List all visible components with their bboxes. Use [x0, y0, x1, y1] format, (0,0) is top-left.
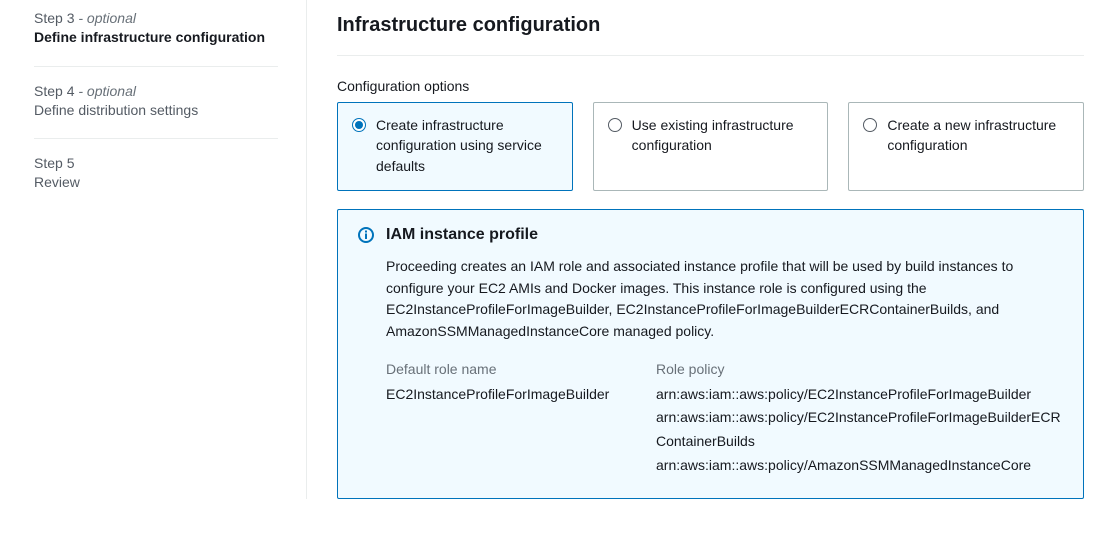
wizard-sidebar: Step 3 - optional Define infrastructure …	[0, 0, 306, 541]
config-options-row: Create infrastructure configuration usin…	[337, 102, 1084, 191]
wizard-step-4[interactable]: Step 4 - optional Define distribution se…	[34, 66, 278, 139]
info-col-role-name: Default role name EC2InstanceProfileForI…	[386, 361, 626, 478]
option-create-new[interactable]: Create a new infrastructure configuratio…	[848, 102, 1084, 191]
option-create-defaults[interactable]: Create infrastructure configuration usin…	[337, 102, 573, 191]
role-name-label: Default role name	[386, 361, 626, 377]
radio-icon	[863, 118, 877, 132]
page-title: Infrastructure configuration	[337, 0, 1084, 56]
step-title: Define infrastructure configuration	[34, 28, 278, 48]
role-name-value: EC2InstanceProfileForImageBuilder	[386, 383, 626, 407]
step-optional: - optional	[78, 10, 136, 26]
role-policy-label: Role policy	[656, 361, 1063, 377]
main-content: Infrastructure configuration Configurati…	[306, 0, 1114, 541]
role-policy-arn: arn:aws:iam::aws:policy/EC2InstanceProfi…	[656, 406, 1063, 454]
iam-info-box: IAM instance profile Proceeding creates …	[337, 209, 1084, 499]
radio-icon	[608, 118, 622, 132]
option-label: Create infrastructure configuration usin…	[376, 115, 558, 176]
step-number: Step 5	[34, 155, 74, 171]
option-label: Use existing infrastructure configuratio…	[632, 115, 814, 156]
info-content: IAM instance profile Proceeding creates …	[386, 226, 1063, 478]
config-options-label: Configuration options	[337, 78, 1084, 94]
role-policy-arn: arn:aws:iam::aws:policy/AmazonSSMManaged…	[656, 454, 1063, 478]
option-use-existing[interactable]: Use existing infrastructure configuratio…	[593, 102, 829, 191]
radio-icon	[352, 118, 366, 132]
step-title: Review	[34, 173, 278, 193]
option-label: Create a new infrastructure configuratio…	[887, 115, 1069, 156]
info-columns: Default role name EC2InstanceProfileForI…	[386, 361, 1063, 478]
step-optional: - optional	[78, 83, 136, 99]
info-icon	[358, 227, 374, 246]
role-policy-arn: arn:aws:iam::aws:policy/EC2InstanceProfi…	[656, 383, 1063, 407]
step-number: Step 3	[34, 10, 74, 26]
wizard-step-3[interactable]: Step 3 - optional Define infrastructure …	[34, 0, 278, 66]
info-title: IAM instance profile	[386, 226, 1063, 244]
info-col-role-policy: Role policy arn:aws:iam::aws:policy/EC2I…	[656, 361, 1063, 478]
info-description: Proceeding creates an IAM role and assoc…	[386, 256, 1063, 343]
wizard-step-5[interactable]: Step 5 Review	[34, 138, 278, 211]
step-number: Step 4	[34, 83, 74, 99]
step-title: Define distribution settings	[34, 101, 278, 121]
role-policy-values: arn:aws:iam::aws:policy/EC2InstanceProfi…	[656, 383, 1063, 478]
